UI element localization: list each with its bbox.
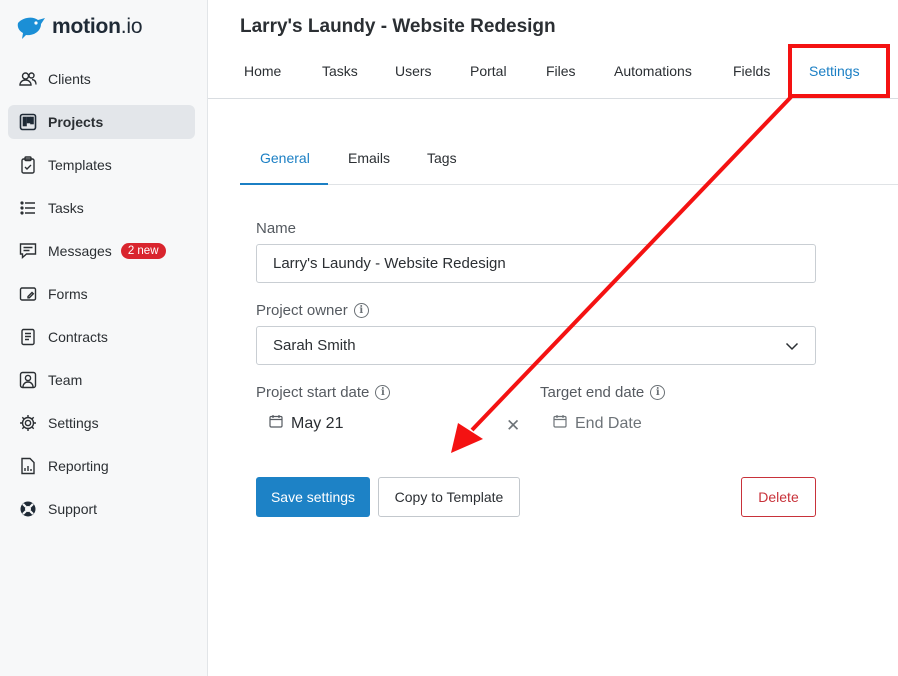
document-icon [19,328,37,346]
end-date-input[interactable]: End Date [553,414,642,433]
sidebar-item-projects[interactable]: Projects [8,105,195,139]
sidebar-item-support[interactable]: Support [8,492,195,526]
unread-badge: 2 new [120,243,166,259]
name-input[interactable]: Larry's Laundy - Website Redesign [256,244,816,283]
logo-text: motion.io [52,15,143,38]
subtab-tags[interactable]: Tags [427,150,457,166]
sidebar-item-label: Reporting [48,458,109,474]
start-date-input[interactable]: May 21 [269,414,343,433]
end-date-label: Target end date i [540,384,666,401]
owner-select[interactable]: Sarah Smith [256,326,816,365]
calendar-icon [553,414,567,433]
sidebar-item-team[interactable]: Team [8,363,195,397]
tab-portal[interactable]: Portal [470,63,507,79]
project-tabs: Home Tasks Users Portal Files Automation… [208,56,898,99]
clear-date-icon[interactable]: ✕ [506,416,520,436]
sidebar-item-label: Clients [48,71,91,87]
list-icon [19,199,37,217]
subtab-general[interactable]: General [260,150,310,166]
tab-home[interactable]: Home [244,63,281,79]
page-title: Larry's Laundy - Website Redesign [240,16,556,37]
sidebar: motion.io Clients Projects Templates Tas… [0,0,208,676]
info-icon[interactable]: i [375,385,391,400]
end-date-placeholder: End Date [575,414,642,432]
sidebar-item-clients[interactable]: Clients [8,62,195,96]
active-subtab-indicator [240,183,328,185]
start-date-label: Project start date i [256,384,391,401]
sidebar-item-settings[interactable]: Settings [8,406,195,440]
save-settings-button[interactable]: Save settings [256,477,370,517]
sidebar-item-reporting[interactable]: Reporting [8,449,195,483]
sidebar-item-label: Projects [48,114,104,130]
tab-fields[interactable]: Fields [733,63,770,79]
main-content: Larry's Laundy - Website Redesign Home T… [208,0,898,676]
lifebuoy-icon [19,500,37,518]
chart-file-icon [19,457,37,475]
gear-icon [19,414,37,432]
sidebar-item-forms[interactable]: Forms [8,277,195,311]
sidebar-item-label: Templates [48,157,112,173]
sidebar-item-label: Settings [48,415,99,431]
tab-users[interactable]: Users [395,63,432,79]
tab-settings[interactable]: Settings [809,63,860,79]
delete-button[interactable]: Delete [741,477,816,517]
chevron-down-icon [785,339,799,357]
owner-label: Project owner i [256,302,369,319]
team-icon [19,371,37,389]
copy-to-template-button[interactable]: Copy to Template [378,477,520,517]
owner-select-value: Sarah Smith [273,337,356,354]
tab-automations[interactable]: Automations [614,63,692,79]
name-input-value: Larry's Laundy - Website Redesign [273,255,506,272]
tab-tasks[interactable]: Tasks [322,63,358,79]
sidebar-item-messages[interactable]: Messages 2 new [8,234,195,268]
settings-subtabs: General Emails Tags [240,136,898,185]
subtab-emails[interactable]: Emails [348,150,390,166]
sidebar-item-label: Team [48,372,83,388]
clipboard-icon [19,156,37,174]
users-icon [19,70,37,88]
sidebar-item-label: Contracts [48,329,108,345]
info-icon[interactable]: i [650,385,666,400]
sidebar-item-contracts[interactable]: Contracts [8,320,195,354]
sidebar-item-templates[interactable]: Templates [8,148,195,182]
motion-bird-icon [17,17,45,39]
projects-board-icon [19,113,37,131]
sidebar-nav: Clients Projects Templates Tasks Message… [8,62,195,535]
logo[interactable]: motion.io [16,14,143,40]
sidebar-item-label: Forms [48,286,88,302]
form-icon [19,285,37,303]
sidebar-item-label: Messages [48,243,112,259]
sidebar-item-tasks[interactable]: Tasks [8,191,195,225]
sidebar-item-label: Support [48,501,98,517]
sidebar-item-label: Tasks [48,200,84,216]
calendar-icon [269,414,283,433]
info-icon[interactable]: i [353,303,369,318]
name-label: Name [256,220,297,237]
tab-files[interactable]: Files [546,63,576,79]
start-date-value: May 21 [291,414,344,432]
message-icon [19,242,37,260]
